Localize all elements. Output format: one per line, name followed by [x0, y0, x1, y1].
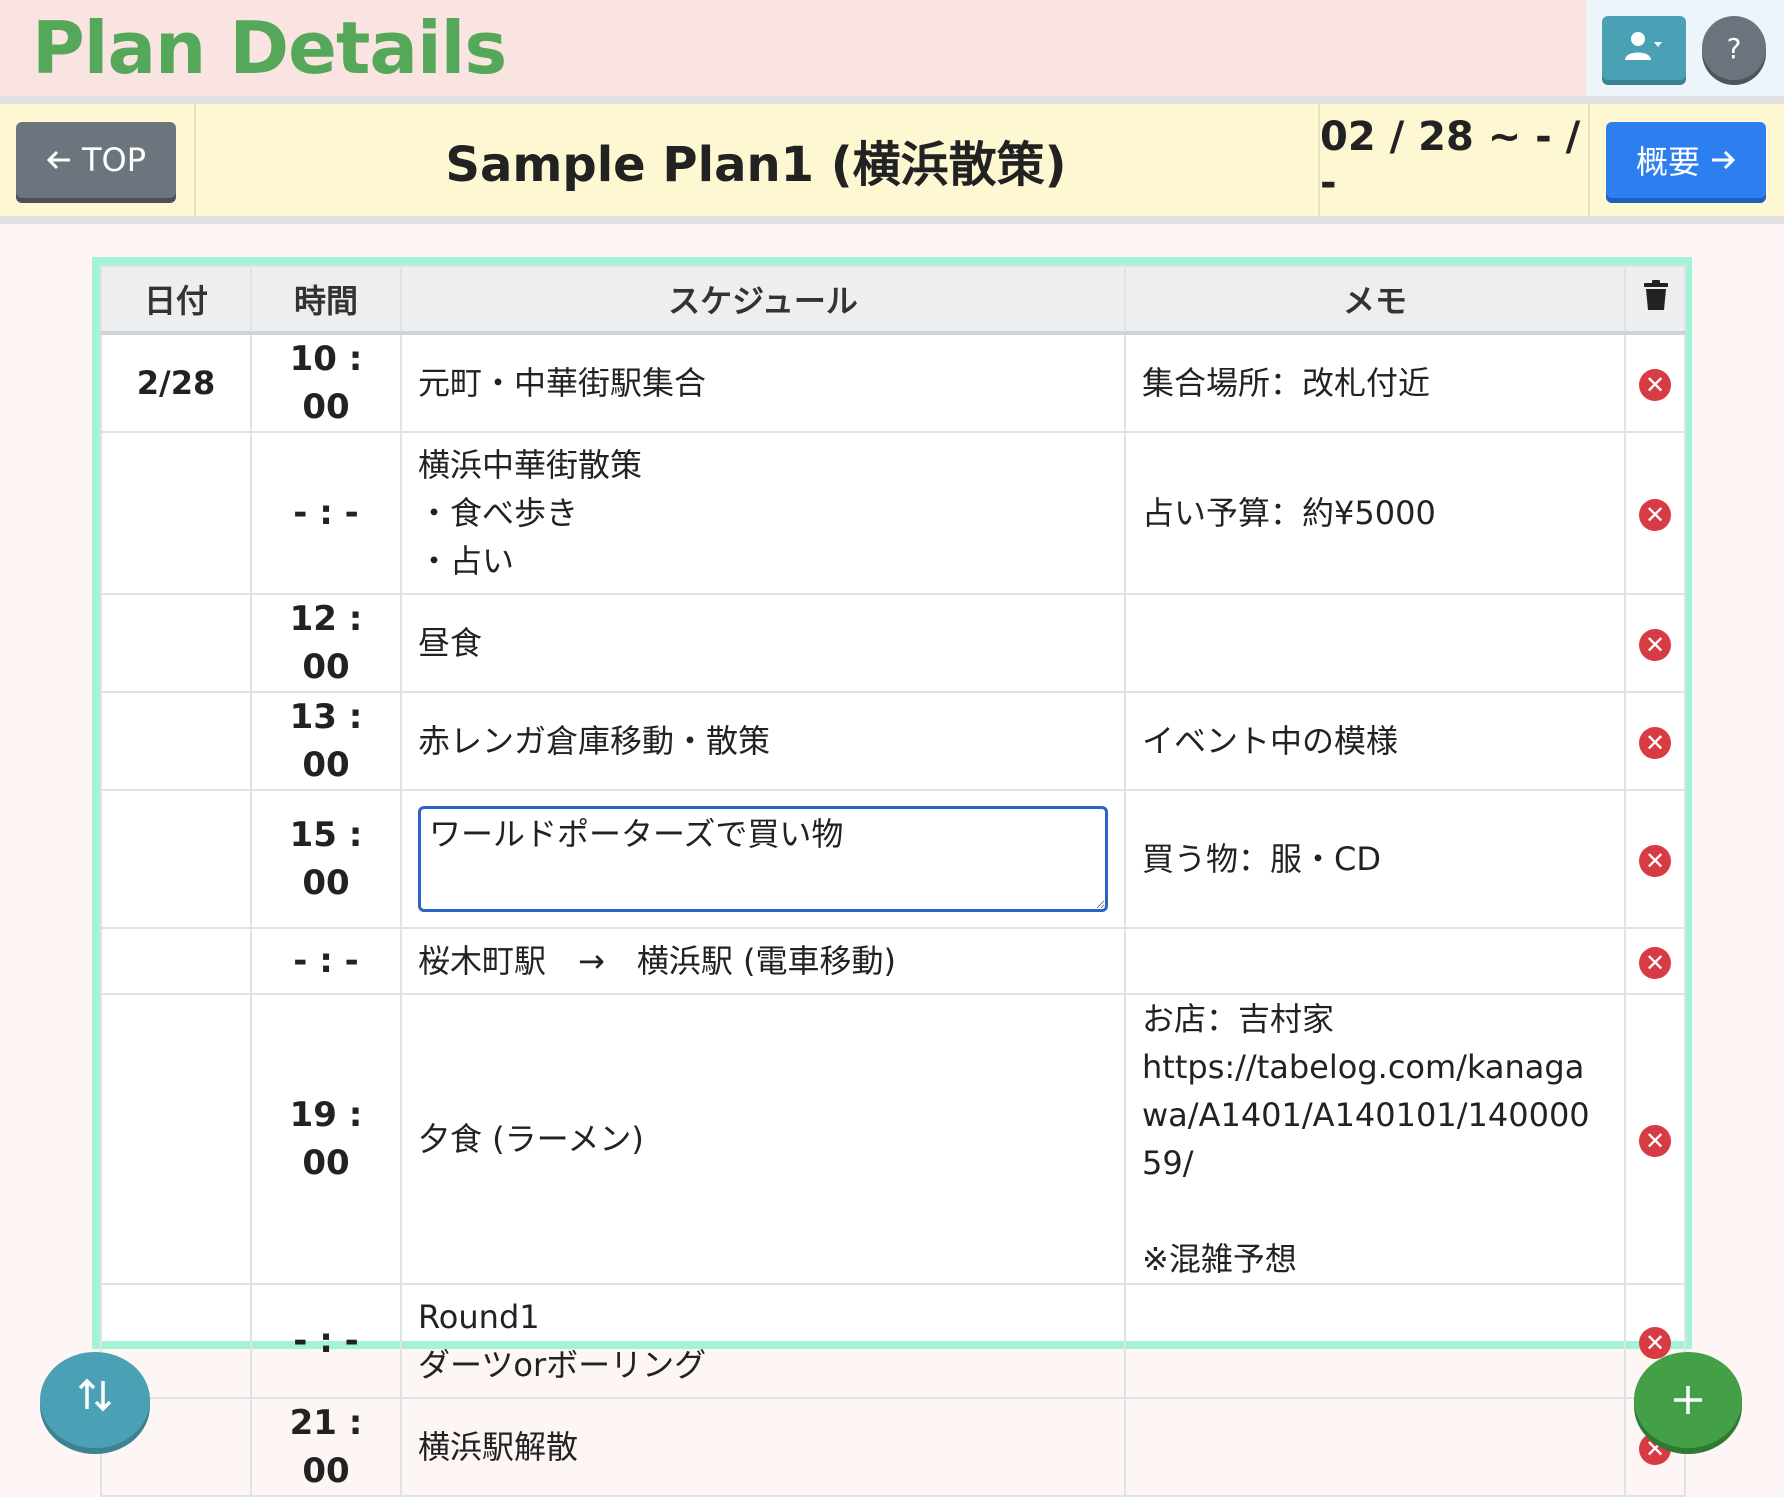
divider: [0, 96, 1784, 104]
arrow-right-icon: [1710, 141, 1736, 179]
row-date[interactable]: 2/28: [100, 332, 252, 433]
table-row[interactable]: 13 : 00 赤レンガ倉庫移動・散策 イベント中の模様 ✕: [100, 691, 1686, 791]
summary-button[interactable]: 概要: [1606, 122, 1766, 198]
divider: [0, 216, 1784, 224]
row-time[interactable]: - : -: [250, 1283, 402, 1399]
row-memo[interactable]: お店：吉村家 https://tabelog.com/kanagawa/A140…: [1124, 993, 1626, 1285]
table-row[interactable]: 15 : 00 買う物：服・CD ✕: [100, 789, 1686, 929]
row-date[interactable]: [100, 789, 252, 929]
row-date[interactable]: [100, 691, 252, 791]
row-memo[interactable]: [1124, 593, 1626, 693]
row-memo[interactable]: [1124, 1283, 1626, 1399]
row-time[interactable]: 10 : 00: [250, 332, 402, 433]
row-memo[interactable]: イベント中の模様: [1124, 691, 1626, 791]
plus-icon: [1672, 1372, 1704, 1428]
row-schedule[interactable]: 赤レンガ倉庫移動・散策: [400, 691, 1126, 791]
table-header-row: 日付 時間 スケジュール メモ: [100, 265, 1686, 335]
row-time[interactable]: 19 : 00: [250, 993, 402, 1285]
row-schedule[interactable]: 横浜駅解散: [400, 1397, 1126, 1497]
delete-row-icon[interactable]: ✕: [1639, 727, 1671, 759]
column-header-date: 日付: [100, 265, 252, 335]
delete-row-icon[interactable]: ✕: [1639, 947, 1671, 979]
sort-button[interactable]: [40, 1352, 150, 1448]
delete-row-icon[interactable]: ✕: [1639, 845, 1671, 877]
delete-row-icon[interactable]: ✕: [1639, 369, 1671, 401]
table-row[interactable]: - : - 桜木町駅 → 横浜駅 (電車移動) ✕: [100, 927, 1686, 995]
help-button[interactable]: ?: [1702, 16, 1766, 80]
page-title: Plan Details: [32, 6, 507, 90]
delete-row-icon[interactable]: ✕: [1639, 1125, 1671, 1157]
row-time[interactable]: 13 : 00: [250, 691, 402, 791]
row-schedule[interactable]: Round1 ダーツorボーリング: [400, 1283, 1126, 1399]
row-date[interactable]: [100, 927, 252, 995]
row-schedule[interactable]: 夕食 (ラーメン): [400, 993, 1126, 1285]
table-row[interactable]: 21 : 00 横浜駅解散 ✕: [100, 1397, 1686, 1497]
plan-dates: 02 / 28 ~ - / -: [1320, 114, 1581, 206]
user-dropdown-icon: [1624, 30, 1664, 66]
row-schedule[interactable]: 横浜中華街散策 ・食べ歩き ・占い: [400, 431, 1126, 595]
row-time[interactable]: 21 : 00: [250, 1397, 402, 1497]
delete-row-icon[interactable]: ✕: [1639, 1327, 1671, 1359]
arrow-left-icon: [46, 141, 72, 179]
back-to-top-button[interactable]: TOP: [16, 122, 176, 198]
row-schedule[interactable]: 元町・中華街駅集合: [400, 332, 1126, 433]
schedule-table: 日付 時間 スケジュール メモ 2/28 10 : 00 元町・中華街駅集合 集…: [100, 265, 1686, 1497]
table-row[interactable]: 19 : 00 夕食 (ラーメン) お店：吉村家 https://tabelog…: [100, 993, 1686, 1285]
row-memo[interactable]: 占い予算：約¥5000: [1124, 431, 1626, 595]
user-menu-button[interactable]: [1602, 16, 1686, 80]
add-row-button[interactable]: [1634, 1352, 1742, 1448]
app-header: Plan Details: [0, 0, 1586, 96]
row-schedule[interactable]: 昼食: [400, 593, 1126, 693]
trash-icon: [1642, 280, 1670, 319]
row-memo[interactable]: 買う物：服・CD: [1124, 789, 1626, 929]
column-header-schedule: スケジュール: [400, 265, 1126, 335]
schedule-edit-textarea[interactable]: [418, 806, 1108, 912]
row-memo[interactable]: 集合場所：改札付近: [1124, 332, 1626, 433]
plan-name: Sample Plan1 (横浜散策): [445, 137, 1067, 193]
plan-bar: TOP Sample Plan1 (横浜散策) 02 / 28 ~ - / - …: [0, 104, 1784, 216]
summary-button-label: 概要: [1635, 143, 1700, 181]
row-schedule[interactable]: 桜木町駅 → 横浜駅 (電車移動): [400, 927, 1126, 995]
delete-row-icon[interactable]: ✕: [1639, 629, 1671, 661]
table-row[interactable]: 12 : 00 昼食 ✕: [100, 593, 1686, 693]
table-row[interactable]: - : - 横浜中華街散策 ・食べ歩き ・占い 占い予算：約¥5000 ✕: [100, 431, 1686, 595]
row-time[interactable]: 15 : 00: [250, 789, 402, 929]
row-memo[interactable]: [1124, 1397, 1626, 1497]
divider: [1588, 104, 1590, 216]
row-date[interactable]: [100, 593, 252, 693]
sort-icon: [75, 1375, 115, 1425]
column-header-time: 時間: [250, 265, 402, 335]
column-header-memo: メモ: [1124, 265, 1626, 335]
table-row[interactable]: - : - Round1 ダーツorボーリング ✕: [100, 1283, 1686, 1399]
row-time[interactable]: - : -: [250, 431, 402, 595]
row-time[interactable]: 12 : 00: [250, 593, 402, 693]
row-memo[interactable]: [1124, 927, 1626, 995]
row-time[interactable]: - : -: [250, 927, 402, 995]
row-date[interactable]: [100, 431, 252, 595]
row-schedule-editor: [400, 789, 1126, 929]
schedule-table-container: 日付 時間 スケジュール メモ 2/28 10 : 00 元町・中華街駅集合 集…: [92, 257, 1692, 1497]
table-row[interactable]: 2/28 10 : 00 元町・中華街駅集合 集合場所：改札付近 ✕: [100, 332, 1686, 433]
column-header-delete: [1624, 265, 1686, 335]
row-date[interactable]: [100, 993, 252, 1285]
delete-row-icon[interactable]: ✕: [1639, 499, 1671, 531]
top-button-label: TOP: [81, 141, 147, 179]
